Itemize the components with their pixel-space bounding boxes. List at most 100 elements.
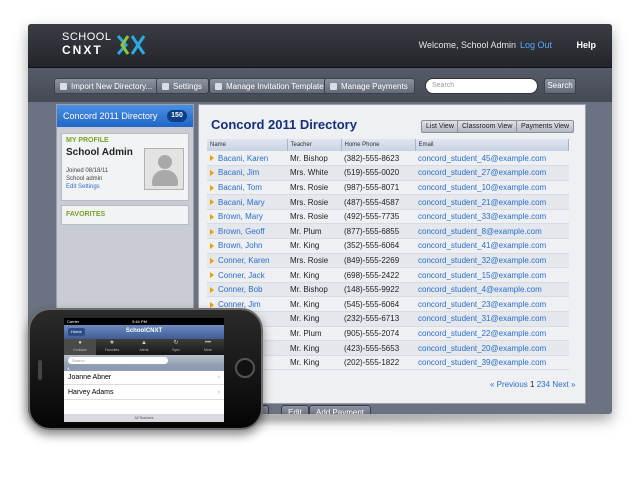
student-name-cell[interactable]: Brown, Mary xyxy=(207,209,287,225)
teacher-cell-text: Mrs. Rosie xyxy=(290,212,329,222)
student-name-cell-text: Conner, Jack xyxy=(218,270,265,280)
phone-footer: All Teachers xyxy=(64,414,224,422)
home-phone-cell-text: (519)-555-0020 xyxy=(344,168,400,178)
table-row[interactable]: Conner, Jack Mr. King (698)-555-2422 concor… xyxy=(207,267,569,283)
table-row[interactable]: Brown, Geoff Mr. Plum (877)-555-6855 concor… xyxy=(207,223,569,240)
logout-link[interactable]: Log Out xyxy=(520,40,552,50)
email-cell-text: concord_student_10@example.com xyxy=(418,182,547,192)
expand-arrow-icon[interactable] xyxy=(210,184,214,191)
directory-selector[interactable]: Concord 2011 Directory 150 xyxy=(57,105,193,127)
teacher-cell: Mr. King xyxy=(287,340,341,356)
expand-arrow-icon[interactable] xyxy=(210,243,214,250)
manage-invitation-templates-button[interactable]: Manage Invitation Templates xyxy=(209,78,335,94)
email-cell[interactable]: concord_student_15@example.com xyxy=(415,267,569,283)
chevron-right-icon: › xyxy=(217,389,220,396)
phone-home-button[interactable] xyxy=(235,358,255,378)
email-cell[interactable]: concord_student_33@example.com xyxy=(415,209,569,225)
email-cell[interactable]: concord_student_21@example.com xyxy=(415,194,569,210)
table-row[interactable]: Brown, Mary Mrs. Rosie (492)-555-7735 conco… xyxy=(207,209,569,225)
table-header-row: Name Teacher Home Phone Email xyxy=(207,139,569,151)
avatar-body-icon xyxy=(152,170,178,186)
phone-tab-sync[interactable]: ↻ Sync xyxy=(160,339,192,355)
email-cell[interactable]: concord_student_31@example.com xyxy=(415,311,569,327)
expand-arrow-icon[interactable] xyxy=(210,170,214,177)
email-cell-text: concord_student_33@example.com xyxy=(418,212,547,222)
student-name-cell[interactable]: Conner, Jack xyxy=(207,267,287,283)
email-cell[interactable]: concord_student_45@example.com xyxy=(415,151,569,167)
list-view-button[interactable]: List View xyxy=(421,120,459,133)
phone-tab-alerts-label: Alerts xyxy=(139,348,149,352)
teacher-cell-text: Mrs. Rosie xyxy=(290,197,329,207)
student-name-cell[interactable]: Bacani, Karen xyxy=(207,151,287,167)
table-row[interactable]: Bacani, Tom Mrs. Rosie (987)-555-8071 conco… xyxy=(207,180,569,196)
table-row[interactable]: Bacani, Karen Mr. Bishop (382)-555-8623 con… xyxy=(207,151,569,167)
edit-settings-link[interactable]: Edit Settings xyxy=(66,184,100,190)
student-name-cell[interactable]: Conner, Bob xyxy=(207,282,287,298)
expand-arrow-icon[interactable] xyxy=(210,272,214,279)
pager-page-4[interactable]: 4 xyxy=(546,380,550,389)
email-cell[interactable]: concord_student_4@example.com xyxy=(415,282,569,298)
expand-arrow-icon[interactable] xyxy=(210,257,214,264)
table-row[interactable]: Conner, Bob Mr. Bishop (148)-555-9922 conco… xyxy=(207,282,569,298)
table-row[interactable]: Bacani, Mary Mrs. Rosie (487)-555-4587 conc… xyxy=(207,194,569,210)
table-row[interactable]: Conner, Karen Mrs. Rosie (849)-555-2269 con… xyxy=(207,253,569,269)
table-row[interactable]: Brown, John Mr. King (352)-555-6064 concord… xyxy=(207,238,569,254)
email-cell[interactable]: concord_student_20@example.com xyxy=(415,340,569,356)
home-phone-cell: (382)-555-8623 xyxy=(341,151,415,167)
teacher-cell-text: Mrs. Rosie xyxy=(290,255,329,265)
logo[interactable]: SCHOOL CNXT xyxy=(62,32,111,57)
help-link[interactable]: Help xyxy=(576,40,596,50)
table-row[interactable]: Conner, Jim Mr. King (545)-555-6064 concord… xyxy=(207,296,569,313)
teacher-cell: Mr. King xyxy=(287,355,341,371)
search-input[interactable]: Search xyxy=(425,78,538,94)
list-item[interactable]: Joanne Abner › xyxy=(64,371,224,385)
logo-line2: CNXT xyxy=(62,43,103,57)
phone-tab-more[interactable]: ••• More xyxy=(192,339,224,355)
home-phone-cell: (905)-555-2074 xyxy=(341,326,415,342)
pager-next[interactable]: Next » xyxy=(552,380,575,389)
email-cell[interactable]: concord_student_8@example.com xyxy=(415,223,569,240)
student-name-cell[interactable]: Conner, Karen xyxy=(207,253,287,269)
student-name-cell[interactable]: Brown, Geoff xyxy=(207,223,287,240)
classroom-view-button[interactable]: Classroom View xyxy=(457,120,518,133)
import-directory-button[interactable]: Import New Directory... xyxy=(54,78,160,94)
email-cell[interactable]: concord_student_10@example.com xyxy=(415,180,569,196)
student-name-cell-text: Brown, Mary xyxy=(218,212,263,222)
student-name-cell[interactable]: Bacani, Tom xyxy=(207,180,287,196)
expand-arrow-icon[interactable] xyxy=(210,301,214,308)
email-cell[interactable]: concord_student_27@example.com xyxy=(415,165,569,181)
email-cell[interactable]: concord_student_22@example.com xyxy=(415,326,569,342)
expand-arrow-icon[interactable] xyxy=(210,228,214,235)
phone-tab-alerts[interactable]: ▲ Alerts xyxy=(128,339,160,355)
pager-previous[interactable]: « Previous xyxy=(490,380,528,389)
expand-arrow-icon[interactable] xyxy=(210,155,214,162)
phone-search-input[interactable]: Search xyxy=(68,357,168,364)
column-header-home-phone[interactable]: Home Phone xyxy=(341,139,416,151)
email-cell[interactable]: concord_student_23@example.com xyxy=(415,296,569,313)
student-name-cell[interactable]: Brown, John xyxy=(207,238,287,254)
email-cell[interactable]: concord_student_32@example.com xyxy=(415,253,569,269)
student-name-cell-text: Conner, Bob xyxy=(218,285,263,295)
column-header-email[interactable]: Email xyxy=(415,139,569,151)
teacher-cell-text: Mr. King xyxy=(290,358,320,368)
home-phone-cell-text: (352)-555-6064 xyxy=(344,241,400,251)
email-cell[interactable]: concord_student_39@example.com xyxy=(415,355,569,371)
student-name-cell[interactable]: Bacani, Jim xyxy=(207,165,287,181)
column-header-name[interactable]: Name xyxy=(207,139,288,151)
expand-arrow-icon[interactable] xyxy=(210,214,214,221)
home-phone-cell-text: (382)-555-8623 xyxy=(344,153,400,163)
payments-view-button[interactable]: Payments View xyxy=(516,120,575,133)
search-button[interactable]: Search xyxy=(544,78,576,94)
phone-tab-favorites[interactable]: ★ Favorites xyxy=(96,339,128,355)
expand-arrow-icon[interactable] xyxy=(210,199,214,206)
email-cell[interactable]: concord_student_41@example.com xyxy=(415,238,569,254)
settings-button[interactable]: Settings xyxy=(156,78,209,94)
student-name-cell[interactable]: Bacani, Mary xyxy=(207,194,287,210)
list-item[interactable]: Harvey Adams › xyxy=(64,386,224,400)
phone-tab-contacts[interactable]: ● Contacts xyxy=(64,339,96,355)
favorites-panel[interactable]: FAVORITES xyxy=(61,205,189,225)
table-row[interactable]: Bacani, Jim Mrs. White (519)-555-0020 conco… xyxy=(207,165,569,181)
column-header-teacher[interactable]: Teacher xyxy=(287,139,342,151)
manage-payments-button[interactable]: Manage Payments xyxy=(324,78,415,94)
expand-arrow-icon[interactable] xyxy=(210,287,214,294)
